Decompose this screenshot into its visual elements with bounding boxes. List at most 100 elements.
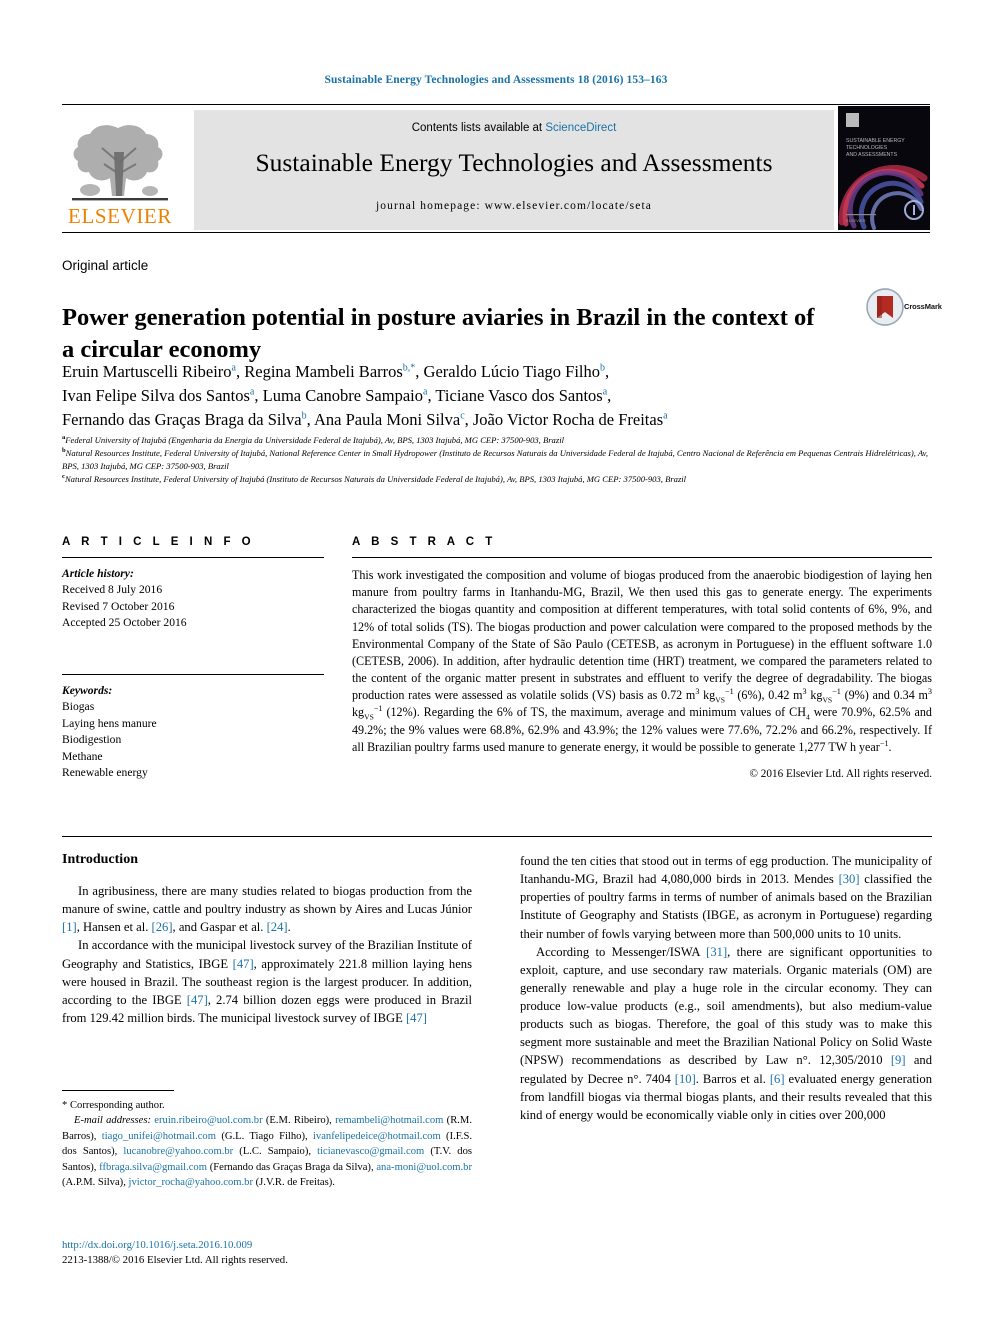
article-history-received: Received 8 July 2016 xyxy=(62,583,163,597)
author-line-3: Fernando das Graças Braga da Silvab, Ana… xyxy=(62,409,668,429)
article-history-block: Article history: Received 8 July 2016 Re… xyxy=(62,566,324,632)
author-name: Ivan Felipe Silva dos Santos xyxy=(62,385,250,405)
affiliation-item: cNatural Resources Institute, Federal Un… xyxy=(62,473,687,485)
citation-reference[interactable]: [47] xyxy=(187,993,208,1007)
email-link[interactable]: tiago_unifei@hotmail.com xyxy=(102,1131,216,1142)
citation-reference[interactable]: [47] xyxy=(406,1011,427,1025)
abstract-text: This work investigated the composition a… xyxy=(352,568,932,754)
doi-link[interactable]: http://dx.doi.org/10.1016/j.seta.2016.10… xyxy=(62,1238,472,1253)
footnote-star: * xyxy=(62,1100,68,1111)
journal-homepage[interactable]: journal homepage: www.elsevier.com/locat… xyxy=(194,200,834,212)
contents-available-line: Contents lists available at ScienceDirec… xyxy=(194,122,834,134)
author-affiliation-marker: a xyxy=(423,386,428,398)
keywords-block: Keywords: Biogas Laying hens manure Biod… xyxy=(62,683,324,782)
journal-title: Sustainable Energy Technologies and Asse… xyxy=(255,148,773,177)
elsevier-logo: ELSEVIER xyxy=(62,112,178,230)
elsevier-tree-icon xyxy=(72,125,168,201)
masthead-rule-top xyxy=(62,104,930,105)
crossmark-badge[interactable]: CrossMark xyxy=(866,288,942,330)
keyword-item: Biodigestion xyxy=(62,733,122,747)
doi-block: http://dx.doi.org/10.1016/j.seta.2016.10… xyxy=(62,1238,472,1269)
citation-reference[interactable]: [26] xyxy=(152,920,173,934)
citation-reference[interactable]: [9] xyxy=(891,1053,906,1067)
author-affiliation-marker: b xyxy=(301,410,307,421)
email-link[interactable]: eruin.ribeiro@uol.com.br xyxy=(154,1115,262,1126)
author-line-1: Eruin Martuscelli Ribeiroa, Regina Mambe… xyxy=(62,362,610,381)
author-line-2: Ivan Felipe Silva dos Santosa, Luma Cano… xyxy=(62,385,612,405)
article-info-heading: A R T I C L E I N F O xyxy=(62,536,255,548)
citation-reference[interactable]: [24] xyxy=(267,920,288,934)
affiliation-item: aFederal University of Itajubá (Engenhar… xyxy=(62,434,564,445)
svg-text:ELSEVIER: ELSEVIER xyxy=(846,218,866,223)
author-name: Eruin Martuscelli Ribeiro xyxy=(62,362,232,381)
author-name: Geraldo Lúcio Tiago Filho xyxy=(423,362,601,381)
email-link[interactable]: ticianevasco@gmail.com xyxy=(317,1146,424,1157)
article-history-label: Article history: xyxy=(62,567,134,580)
citation-reference[interactable]: [31] xyxy=(706,945,727,959)
crossmark-icon[interactable] xyxy=(866,288,904,326)
author-affiliation-marker: a xyxy=(231,362,236,374)
contents-prefix: Contents lists available at xyxy=(411,122,546,134)
crossmark-label: CrossMark xyxy=(904,302,942,311)
author-name: Ana Paula Moni Silva xyxy=(313,409,461,429)
issn-copyright-line: 2213-1388/© 2016 Elsevier Ltd. All right… xyxy=(62,1254,288,1267)
email-link[interactable]: ana-moni@uol.com.br xyxy=(376,1162,472,1173)
masthead-band: Contents lists available at ScienceDirec… xyxy=(194,110,834,230)
abstract-panel: A B S T R A C T This work investigated t… xyxy=(352,536,932,780)
author-affiliation-marker: a xyxy=(663,410,668,421)
email-link[interactable]: jvictor_rocha@yahoo.com.br xyxy=(129,1177,253,1188)
journal-cover-thumbnail: SUSTAINABLE ENERGY TECHNOLOGIES AND ASSE… xyxy=(838,106,930,230)
paper-page: Sustainable Energy Technologies and Asse… xyxy=(0,0,992,1323)
author-affiliation-marker: b,* xyxy=(402,362,416,374)
author-name: Regina Mambeli Barros xyxy=(244,362,403,381)
keywords-label: Keywords: xyxy=(62,683,113,697)
elsevier-wordmark: ELSEVIER xyxy=(68,204,172,228)
footnote-block: * Corresponding author. E-mail addresses… xyxy=(62,1090,472,1191)
running-head: Sustainable Energy Technologies and Asse… xyxy=(324,74,668,86)
footnote-rule xyxy=(62,1090,174,1091)
citation-reference[interactable]: [6] xyxy=(770,1072,785,1086)
email-addresses-note: E-mail addresses: eruin.ribeiro@uol.com.… xyxy=(62,1115,473,1189)
keyword-item: Laying hens manure xyxy=(62,716,157,730)
email-link[interactable]: ivanfelipedeice@hotmail.com xyxy=(313,1131,441,1142)
affiliation-item: bNatural Resources Institute, Federal Un… xyxy=(62,447,929,472)
journal-masthead: ELSEVIER Contents lists available at Sci… xyxy=(62,104,930,233)
keyword-item: Biogas xyxy=(62,700,95,714)
email-link[interactable]: ffbraga.silva@gmail.com xyxy=(99,1162,207,1173)
article-type-label: Original article xyxy=(62,258,149,273)
body-separator-rule xyxy=(62,836,932,837)
corresponding-author-note: * Corresponding author. xyxy=(62,1098,472,1113)
article-history-revised: Revised 7 October 2016 xyxy=(62,599,175,613)
email-link[interactable]: remambeli@hotmail.com xyxy=(335,1115,443,1126)
keywords-wrapper: Keywords: Biogas Laying hens manure Biod… xyxy=(62,673,324,782)
intro-paragraph: found the ten cities that stood out in t… xyxy=(520,854,933,941)
svg-text:SUSTAINABLE ENERGY: SUSTAINABLE ENERGY xyxy=(846,138,905,144)
affiliation-list: aFederal University of Itajubá (Engenhar… xyxy=(62,434,932,486)
svg-text:TECHNOLOGIES: TECHNOLOGIES xyxy=(846,145,888,151)
author-name: Fernando das Graças Braga da Silva xyxy=(62,409,302,429)
citation-reference[interactable]: [47] xyxy=(233,957,254,971)
abstract-heading: A B S T R A C T xyxy=(352,536,497,548)
citation-reference[interactable]: [10] xyxy=(675,1072,696,1086)
intro-paragraph: According to Messenger/ISWA [31], there … xyxy=(520,944,932,1122)
sciencedirect-link[interactable]: ScienceDirect xyxy=(545,122,616,134)
author-affiliation-marker: c xyxy=(460,410,465,421)
author-affiliation-marker: b xyxy=(600,362,606,374)
section-heading-introduction: Introduction xyxy=(62,852,138,867)
email-link[interactable]: lucanobre@yahoo.com.br xyxy=(123,1146,233,1157)
author-list: Eruin Martuscelli Ribeiroa, Regina Mambe… xyxy=(62,360,892,431)
author-name: Luma Canobre Sampaio xyxy=(262,385,423,405)
article-history-accepted: Accepted 25 October 2016 xyxy=(62,616,187,630)
email-addresses-label: E-mail addresses: xyxy=(74,1115,155,1127)
abstract-rule xyxy=(352,557,932,558)
citation-reference[interactable]: [30] xyxy=(839,872,860,886)
masthead-rule-bottom xyxy=(62,232,930,233)
body-column-right: found the ten cities that stood out in t… xyxy=(520,852,932,1124)
article-info-rule xyxy=(62,557,324,558)
citation-reference[interactable]: [1] xyxy=(62,920,77,934)
author-affiliation-marker: a xyxy=(249,386,255,398)
body-column-left: Introduction In agribusiness, there are … xyxy=(62,852,472,1027)
cover-artwork-icon: SUSTAINABLE ENERGY TECHNOLOGIES AND ASSE… xyxy=(838,106,930,230)
corresponding-author-text: Corresponding author. xyxy=(69,1100,165,1111)
intro-paragraph: In agribusiness, there are many studies … xyxy=(62,884,472,935)
